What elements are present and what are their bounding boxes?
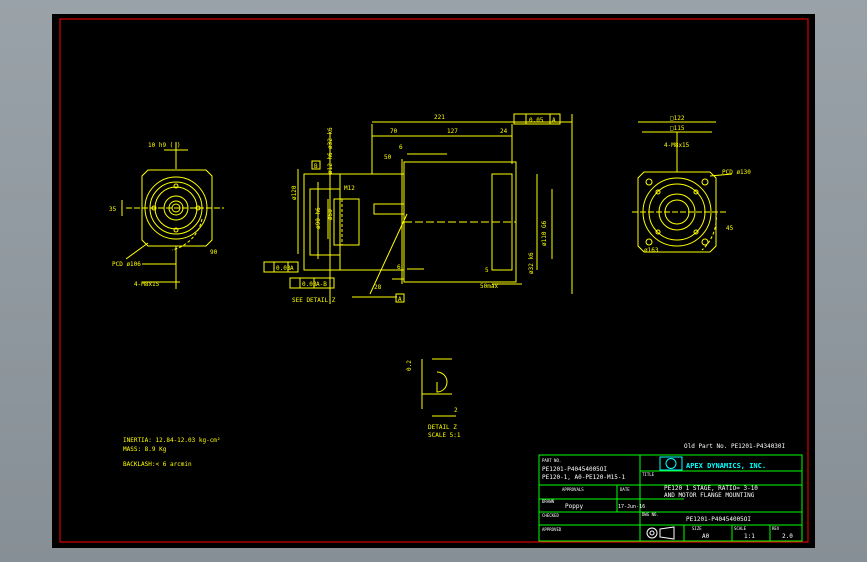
- dia32-right-label: ø32 k6: [528, 252, 535, 274]
- dim-70-label: 70: [390, 128, 398, 135]
- approvals-label: APPROVALS: [562, 487, 584, 492]
- tol-bottom-label: 0.03: [302, 281, 317, 288]
- dim-35-label: 35: [109, 206, 117, 213]
- datum-b-label: B: [314, 163, 318, 170]
- datum-a-bottom-label: A: [398, 296, 402, 303]
- company-name: APEX DYNAMICS, INC.: [686, 462, 766, 470]
- dim-24-label: 24: [500, 128, 508, 135]
- dwg-number: PE1201-P40454005OI: [686, 516, 751, 523]
- company-logo-icon: [659, 456, 683, 471]
- dia32-top-label: ø32 k6: [327, 127, 334, 149]
- datum-ab-label: A-B: [316, 281, 327, 288]
- side-view[interactable]: [263, 113, 573, 304]
- rev-value: 2.0: [782, 533, 793, 540]
- size-value: A0: [702, 533, 710, 540]
- tol-top-label: 0.05: [529, 117, 544, 124]
- dia110-label: ø110 G6: [541, 220, 548, 246]
- drawn-date: 17-Jun-16: [618, 504, 645, 510]
- projection-symbol-icon: [646, 526, 675, 540]
- dia163-label: ø163: [644, 247, 659, 254]
- dim-90-label: 90: [210, 249, 218, 256]
- holes-rear-label: 4-M8x15: [664, 142, 690, 149]
- detail-z[interactable]: [421, 358, 456, 417]
- dia120-label: ø120: [291, 185, 298, 200]
- note-backlash: BACKLASH:< 6 arcmin: [123, 461, 192, 468]
- dim-45-label: 45: [726, 225, 734, 232]
- dim-6-bottom-label: 6: [397, 264, 401, 271]
- cad-drawing-canvas[interactable]: 10 h9 ( ) 35 90 PCD ø106 4-M8x15 221 70 …: [52, 14, 815, 548]
- checked-label: CHECKED: [542, 513, 559, 518]
- approved-label: APPROVED: [542, 527, 562, 532]
- tol-left-label: 0.03: [276, 265, 291, 272]
- scale-label: SCALE: [734, 526, 747, 531]
- dwg-label: DWG NO.: [642, 512, 659, 517]
- title-label: TITLE: [642, 472, 655, 477]
- title-line1: PE120 1 STAGE, RATIO= 3-10: [664, 485, 758, 492]
- dim-5-label: 5: [485, 267, 489, 274]
- see-detail-label: SEE DETAIL Z: [292, 297, 336, 304]
- sq122-label: □122: [670, 115, 685, 122]
- note-inertia: INERTIA: 12.84-12.03 kg-cm²: [123, 437, 221, 444]
- part-no-label: PART NO.: [542, 458, 561, 463]
- sq115-label: □115: [670, 125, 685, 132]
- dim-28-label: 28: [374, 284, 382, 291]
- detail-z-labels: 0.2 2 DETAIL Z SCALE 5:1: [406, 360, 461, 439]
- dim-221-label: 221: [434, 114, 445, 121]
- pcd-rear-label: PCD ø130: [722, 169, 751, 176]
- dim-50max-label: 50max: [480, 283, 498, 290]
- old-part-number: Old Part No. PE1201-P434030I: [684, 443, 786, 450]
- scale-value: 1:1: [744, 533, 755, 540]
- side-view-labels: 221 70 127 24 50 6 6 28 5 50max M12 ø120…: [276, 114, 556, 304]
- holes-front-label: 4-M8x15: [134, 281, 160, 288]
- drawn-label: DRAWN: [542, 499, 555, 504]
- dia50-label: ø50: [327, 209, 334, 220]
- note-mass: MASS: 8.9 Kg: [123, 446, 167, 453]
- dim-6-top-label: 6: [399, 144, 403, 151]
- size-label: SIZE: [692, 526, 702, 531]
- detail-z-title: DETAIL Z: [428, 424, 457, 431]
- dia90-label: ø90 h6: [315, 207, 322, 229]
- m12-label: M12: [344, 185, 355, 192]
- key-dim-label: 10 h9 ( ): [148, 142, 181, 149]
- drawn-by: Poppy: [565, 503, 583, 510]
- dim-0-2-label: 0.2: [406, 360, 413, 371]
- date-label: DATE: [620, 487, 630, 492]
- dia12-label: ø12 h6: [327, 152, 334, 174]
- dim-127-label: 127: [447, 128, 458, 135]
- dim-50-label: 50: [384, 154, 392, 161]
- part-no-line2: PE120-1, A0-PE120-M15-1: [542, 474, 625, 481]
- datum-a-left-label: A: [290, 265, 294, 272]
- datum-a-top-label: A: [552, 117, 556, 124]
- detail-z-scale: SCALE 5:1: [428, 432, 461, 439]
- title-line2: AND MOTOR FLANGE MOUNTING: [664, 492, 755, 499]
- part-no-line1: PE1201-P40454005OI: [542, 466, 607, 473]
- rev-label: REV: [772, 526, 780, 531]
- notes: INERTIA: 12.84-12.03 kg-cm² MASS: 8.9 Kg…: [123, 437, 221, 468]
- dim-2-label: 2: [454, 407, 458, 414]
- pcd-front-label: PCD ø106: [112, 261, 141, 268]
